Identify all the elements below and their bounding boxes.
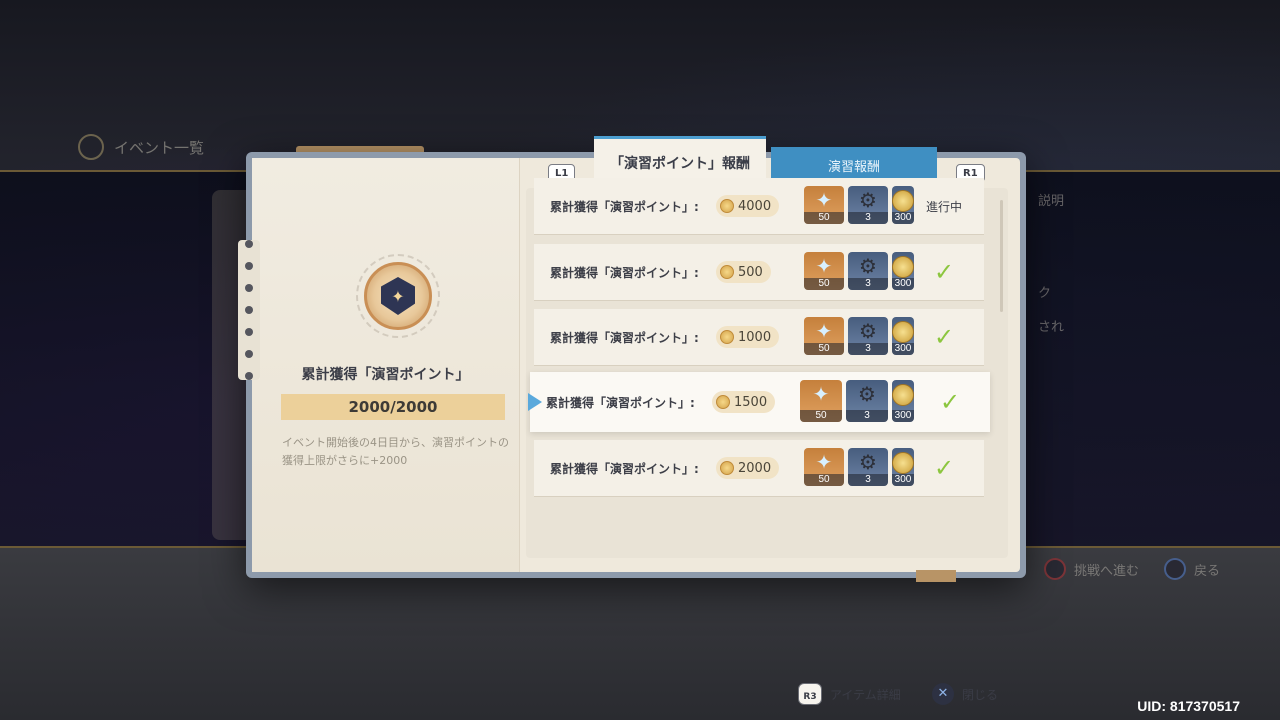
reward-row[interactable]: 累計獲得「演習ポイント」: 2000 ✦ 50 ⚙ 3 300 ✓ [534, 440, 984, 496]
row-label: 累計獲得「演習ポイント」: [550, 199, 699, 214]
points-pill: 1500 [712, 391, 776, 413]
selection-cursor-icon [528, 393, 542, 411]
reward-qty: 3 [848, 474, 888, 486]
modal-bottom-decoration [916, 570, 956, 582]
reward-qty: 300 [892, 474, 914, 486]
reward-qty: 3 [848, 212, 888, 224]
checkmark-icon: ✓ [933, 258, 955, 286]
reward-qty: 3 [846, 410, 888, 422]
hint-back-label: 戻る [1194, 563, 1221, 579]
points-pill: 500 [716, 261, 771, 283]
reward-qty: 300 [892, 212, 914, 224]
r3-key-icon: R3 [798, 683, 822, 705]
progress-bar: 2000/2000 [281, 394, 505, 420]
points-coin-icon [716, 395, 730, 409]
hydraulic-item-icon[interactable]: ⚙ 3 [846, 380, 888, 422]
hydraulic-item-icon[interactable]: ⚙ 3 [848, 448, 888, 486]
hydraulic-item-icon[interactable]: ⚙ 3 [848, 317, 888, 355]
reward-qty: 3 [848, 343, 888, 355]
left-title: 累計獲得「演習ポイント」 [301, 367, 470, 383]
notebook-spiral [238, 240, 260, 380]
row-label: 累計獲得「演習ポイント」: [550, 265, 699, 280]
points-coin-icon [720, 461, 734, 475]
reward-row[interactable]: 累計獲得「演習ポイント」: 1000 ✦ 50 ⚙ 3 300 ✓ [534, 309, 984, 365]
points-pill: 1000 [716, 326, 780, 348]
reward-qty: 50 [804, 343, 844, 355]
item-detail-label: アイテム詳細 [830, 687, 901, 702]
mora-coin-icon[interactable]: 300 [892, 186, 914, 224]
row-label: 累計獲得「演習ポイント」: [550, 330, 699, 345]
primogem-star-icon[interactable]: ✦ 50 [804, 252, 844, 290]
cross-button-icon [1164, 558, 1186, 580]
points-value: 1500 [734, 394, 768, 410]
reward-qty: 50 [804, 212, 844, 224]
points-pill: 4000 [716, 195, 780, 217]
hint-advance: 挑戦へ進む [1044, 558, 1139, 580]
event-list-title: イベント一覧 [114, 138, 205, 157]
reward-qty: 300 [892, 343, 914, 355]
primogem-star-icon[interactable]: ✦ 50 [804, 317, 844, 355]
hint-back: 戻る [1164, 558, 1220, 580]
reward-qty: 50 [804, 474, 844, 486]
reward-qty: 50 [804, 278, 844, 290]
points-coin-icon [720, 199, 734, 213]
left-description: イベント開始後の4日目から、演習ポイントの獲得上限がさらに+2000 [282, 436, 509, 467]
reward-qty: 50 [800, 410, 842, 422]
primogem-star-icon[interactable]: ✦ 50 [804, 186, 844, 224]
reward-row[interactable]: 累計獲得「演習ポイント」: 4000 ✦ 50 ⚙ 3 300 進行中 [534, 178, 984, 234]
event-list-icon [78, 134, 104, 160]
checkmark-icon: ✓ [933, 454, 955, 482]
uid-label: UID: 817370517 [1137, 698, 1240, 714]
checkmark-icon: ✓ [939, 388, 961, 416]
reward-qty: 300 [892, 410, 914, 422]
reward-row-selected[interactable]: 累計獲得「演習ポイント」: 1500 ✦ 50 ⚙ 3 300 ✓ [530, 372, 990, 432]
primogem-star-icon[interactable]: ✦ 50 [800, 380, 842, 422]
left-panel: ✦ 累計獲得「演習ポイント」 2000/2000 イベント開始後の4日目から、演… [238, 158, 520, 572]
hydraulic-item-icon[interactable]: ⚙ 3 [848, 252, 888, 290]
hydraulic-item-icon[interactable]: ⚙ 3 [848, 186, 888, 224]
row-label: 累計獲得「演習ポイント」: [550, 461, 699, 476]
points-value: 4000 [738, 198, 772, 214]
points-coin-icon [720, 330, 734, 344]
points-value: 1000 [738, 329, 772, 345]
exercise-badge-icon: ✦ [364, 262, 432, 330]
background-title: イベント一覧 [78, 134, 204, 160]
status-in-progress: 進行中 [925, 199, 962, 214]
circle-button-icon [1044, 558, 1066, 580]
points-coin-icon [720, 265, 734, 279]
reward-qty: 3 [848, 278, 888, 290]
background-text-3: され [1038, 320, 1065, 335]
points-pill: 2000 [716, 457, 780, 479]
points-value: 500 [738, 264, 763, 280]
background-text-2: ク [1038, 286, 1052, 301]
close-button[interactable]: ✕ 閉じる [932, 680, 998, 708]
reward-items: ✦ 50 ⚙ 3 300 [804, 186, 914, 224]
row-label: 累計獲得「演習ポイント」: [546, 395, 695, 410]
checkmark-icon: ✓ [933, 323, 955, 351]
reward-modal: ✦ 累計獲得「演習ポイント」 2000/2000 イベント開始後の4日目から、演… [238, 136, 1026, 705]
background-text-1: 説明 [1038, 194, 1065, 209]
badge-star-icon: ✦ [381, 277, 415, 315]
mora-coin-icon[interactable]: 300 [892, 380, 914, 422]
mora-coin-icon[interactable]: 300 [892, 252, 914, 290]
primogem-star-icon[interactable]: ✦ 50 [804, 448, 844, 486]
reward-items: ✦ 50 ⚙ 3 300 [804, 252, 914, 290]
item-detail-button[interactable]: R3 アイテム詳細 [798, 680, 901, 708]
points-value: 2000 [738, 460, 772, 476]
close-label: 閉じる [962, 687, 999, 702]
mora-coin-icon[interactable]: 300 [892, 448, 914, 486]
scrollbar[interactable] [1000, 200, 1003, 312]
reward-items: ✦ 50 ⚙ 3 300 [804, 448, 914, 486]
reward-items: ✦ 50 ⚙ 3 300 [804, 317, 914, 355]
hint-advance-label: 挑戦へ進む [1074, 563, 1140, 579]
reward-items: ✦ 50 ⚙ 3 300 [800, 380, 914, 422]
reward-qty: 300 [892, 278, 914, 290]
close-icon: ✕ [932, 683, 954, 705]
reward-row[interactable]: 累計獲得「演習ポイント」: 500 ✦ 50 ⚙ 3 300 ✓ [534, 244, 984, 300]
mora-coin-icon[interactable]: 300 [892, 317, 914, 355]
